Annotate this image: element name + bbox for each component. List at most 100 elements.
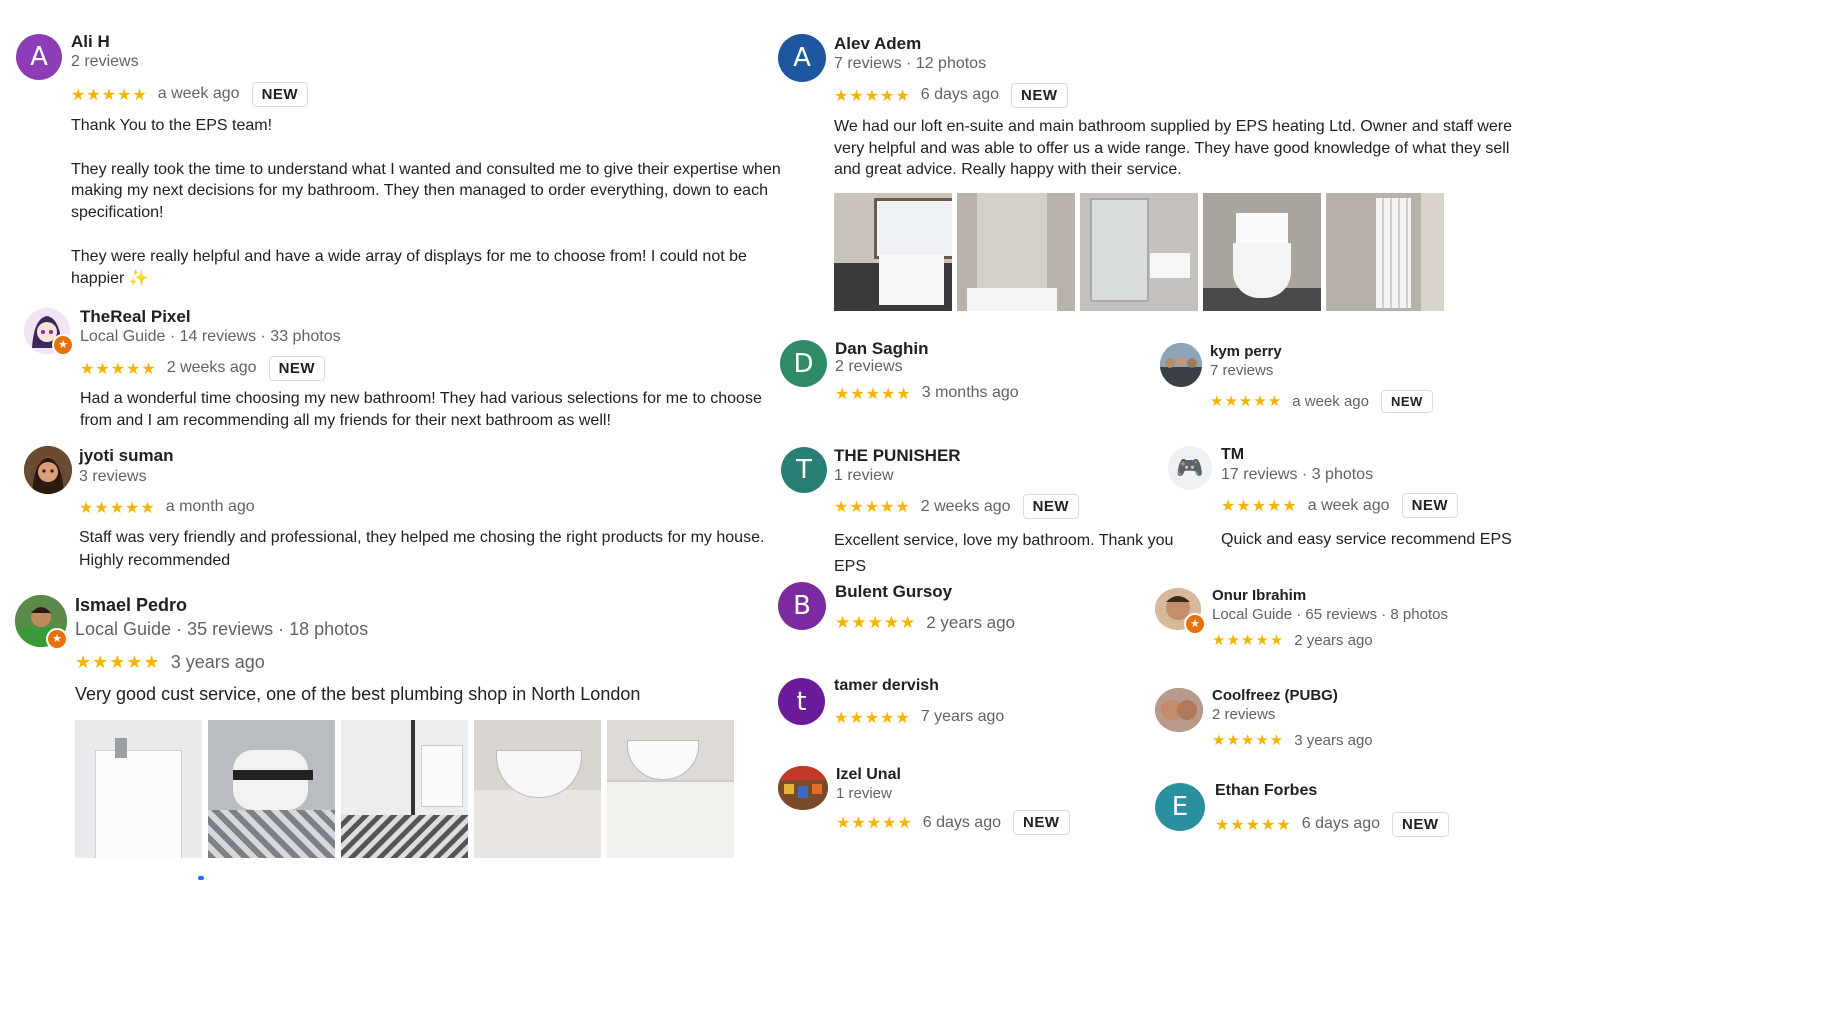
reviewer-meta[interactable]: 1 review xyxy=(836,785,892,802)
reviewer-name[interactable]: Ismael Pedro xyxy=(75,595,187,616)
star-rating: ★★★★★ xyxy=(75,651,161,673)
reviewer-meta[interactable]: 2 reviews xyxy=(1212,706,1275,723)
reviewer-meta[interactable]: 7 reviews · 12 photos xyxy=(834,55,986,73)
review-date: 6 days ago xyxy=(920,86,999,103)
gamepad-icon: 🎮 xyxy=(1176,455,1204,481)
new-badge: NEW xyxy=(1401,493,1459,518)
rating-row: ★★★★★ a week ago NEW xyxy=(1221,492,1459,519)
photo-thumbnail[interactable] xyxy=(1326,193,1444,311)
rating-row: ★★★★★ a month ago xyxy=(79,494,255,520)
reviewer-meta[interactable]: Local Guide · 35 reviews · 18 photos xyxy=(75,619,368,640)
rating-row: ★★★★★ 2 weeks ago NEW xyxy=(80,354,326,382)
new-badge: NEW xyxy=(1380,389,1433,413)
avatar[interactable]: 🎮 xyxy=(1168,446,1212,490)
review-date: 2 years ago xyxy=(926,613,1016,632)
avatar[interactable]: D xyxy=(780,340,827,387)
avatar[interactable]: E xyxy=(1155,783,1205,831)
reviewer-meta[interactable]: 2 reviews xyxy=(71,53,139,71)
rating-row: ★★★★★ 3 years ago xyxy=(1212,728,1373,752)
new-badge: NEW xyxy=(1392,811,1449,837)
avatar[interactable]: A xyxy=(778,34,826,82)
reviewer-name[interactable]: Alev Adem xyxy=(834,34,921,54)
review-date: 2 weeks ago xyxy=(166,359,257,376)
reviewer-name[interactable]: THE PUNISHER xyxy=(834,446,961,466)
rating-row: ★★★★★ 3 years ago xyxy=(75,648,265,676)
person-photo-icon xyxy=(24,446,72,494)
avatar[interactable] xyxy=(24,446,72,494)
avatar[interactable] xyxy=(1155,688,1203,732)
local-guide-icon: ★ xyxy=(46,628,68,650)
reviewer-name[interactable]: Onur Ibrahim xyxy=(1212,587,1306,604)
reviewer-name[interactable]: Bulent Gursoy xyxy=(835,582,952,602)
star-rating: ★★★★★ xyxy=(834,707,911,727)
review-date: 2 weeks ago xyxy=(920,497,1011,515)
rating-row: ★★★★★ 6 days ago NEW xyxy=(834,81,1068,109)
reviewer-meta[interactable]: 2 reviews xyxy=(835,358,903,376)
avatar[interactable] xyxy=(1160,343,1202,387)
reviewer-name[interactable]: tamer dervish xyxy=(834,677,939,695)
photo-thumbnail[interactable] xyxy=(75,720,202,858)
reviewer-meta[interactable]: 7 reviews xyxy=(1210,362,1273,379)
reviewer-meta[interactable]: 1 review xyxy=(834,467,894,485)
new-badge: NEW xyxy=(268,355,326,381)
reviewer-name[interactable]: Ethan Forbes xyxy=(1215,782,1317,800)
reviewer-meta[interactable]: Local Guide · 65 reviews · 8 photos xyxy=(1212,606,1448,623)
rating-row: ★★★★★ 2 years ago xyxy=(1212,628,1373,652)
reviewer-name[interactable]: kym perry xyxy=(1210,343,1282,360)
avatar[interactable]: B xyxy=(778,582,826,630)
reviewer-name[interactable]: Coolfreez (PUBG) xyxy=(1212,687,1338,704)
new-badge: NEW xyxy=(1011,82,1068,108)
review-date: a week ago xyxy=(1292,392,1369,410)
reviewer-name[interactable]: Dan Saghin xyxy=(835,339,929,359)
photo-thumbnail[interactable] xyxy=(1080,193,1198,311)
review-text: Quick and easy service recommend EPS xyxy=(1221,531,1512,548)
reviewer-meta[interactable]: 3 reviews xyxy=(79,468,147,486)
rating-row: ★★★★★ 6 days ago NEW xyxy=(1215,810,1449,838)
review-date: 7 years ago xyxy=(920,708,1005,725)
photo-thumbnail[interactable] xyxy=(1203,193,1321,311)
reviewer-name[interactable]: jyoti suman xyxy=(79,446,173,466)
star-rating: ★★★★★ xyxy=(836,813,913,832)
avatar[interactable]: T xyxy=(781,447,827,493)
star-rating: ★★★★★ xyxy=(835,383,912,403)
review-date: a week ago xyxy=(1307,496,1390,514)
local-guide-icon: ★ xyxy=(52,334,74,356)
avatar[interactable] xyxy=(778,766,828,810)
star-rating: ★★★★★ xyxy=(1215,814,1292,834)
review-date: a week ago xyxy=(157,85,240,102)
star-rating: ★★★★★ xyxy=(835,613,917,633)
avatar[interactable]: A xyxy=(16,34,62,80)
reviewer-name[interactable]: Ali H xyxy=(71,32,110,52)
group-photo-icon xyxy=(1160,343,1202,387)
review-date: 6 days ago xyxy=(1301,815,1380,832)
photo-thumbnail[interactable] xyxy=(474,720,601,858)
new-badge: NEW xyxy=(1022,494,1080,519)
review-date: 2 years ago xyxy=(1294,631,1373,649)
avatar[interactable]: t xyxy=(778,678,825,725)
review-date: a month ago xyxy=(165,498,255,515)
rating-row: ★★★★★ a week ago NEW xyxy=(1210,388,1433,414)
reviewer-name[interactable]: TM xyxy=(1221,446,1244,464)
photo-thumbnail[interactable] xyxy=(208,720,335,858)
new-badge: NEW xyxy=(251,81,309,107)
review-date: 3 years ago xyxy=(170,651,265,672)
star-rating: ★★★★★ xyxy=(71,84,148,104)
market-photo-icon xyxy=(778,766,828,810)
star-rating: ★★★★★ xyxy=(834,497,911,516)
reviewer-name[interactable]: TheReal Pixel xyxy=(80,307,191,327)
photo-thumbnail[interactable] xyxy=(341,720,468,858)
reviewer-meta[interactable]: Local Guide · 14 reviews · 33 photos xyxy=(80,328,341,346)
photo-thumbnail[interactable] xyxy=(957,193,1075,311)
photo-thumbnail[interactable] xyxy=(834,193,952,311)
review-date: 3 months ago xyxy=(921,384,1019,401)
local-guide-icon: ★ xyxy=(1184,613,1206,635)
review-photos xyxy=(834,193,1449,311)
star-rating: ★★★★★ xyxy=(834,85,911,105)
reviewer-name[interactable]: Izel Unal xyxy=(836,766,901,784)
photo-thumbnail[interactable] xyxy=(607,720,734,858)
reviewer-meta[interactable]: 17 reviews · 3 photos xyxy=(1221,466,1373,484)
scroll-indicator xyxy=(198,876,204,880)
review-text: Staff was very friendly and professional… xyxy=(79,529,765,569)
review-date: 6 days ago xyxy=(922,813,1001,831)
rating-row: ★★★★★ 2 years ago xyxy=(835,610,1015,636)
